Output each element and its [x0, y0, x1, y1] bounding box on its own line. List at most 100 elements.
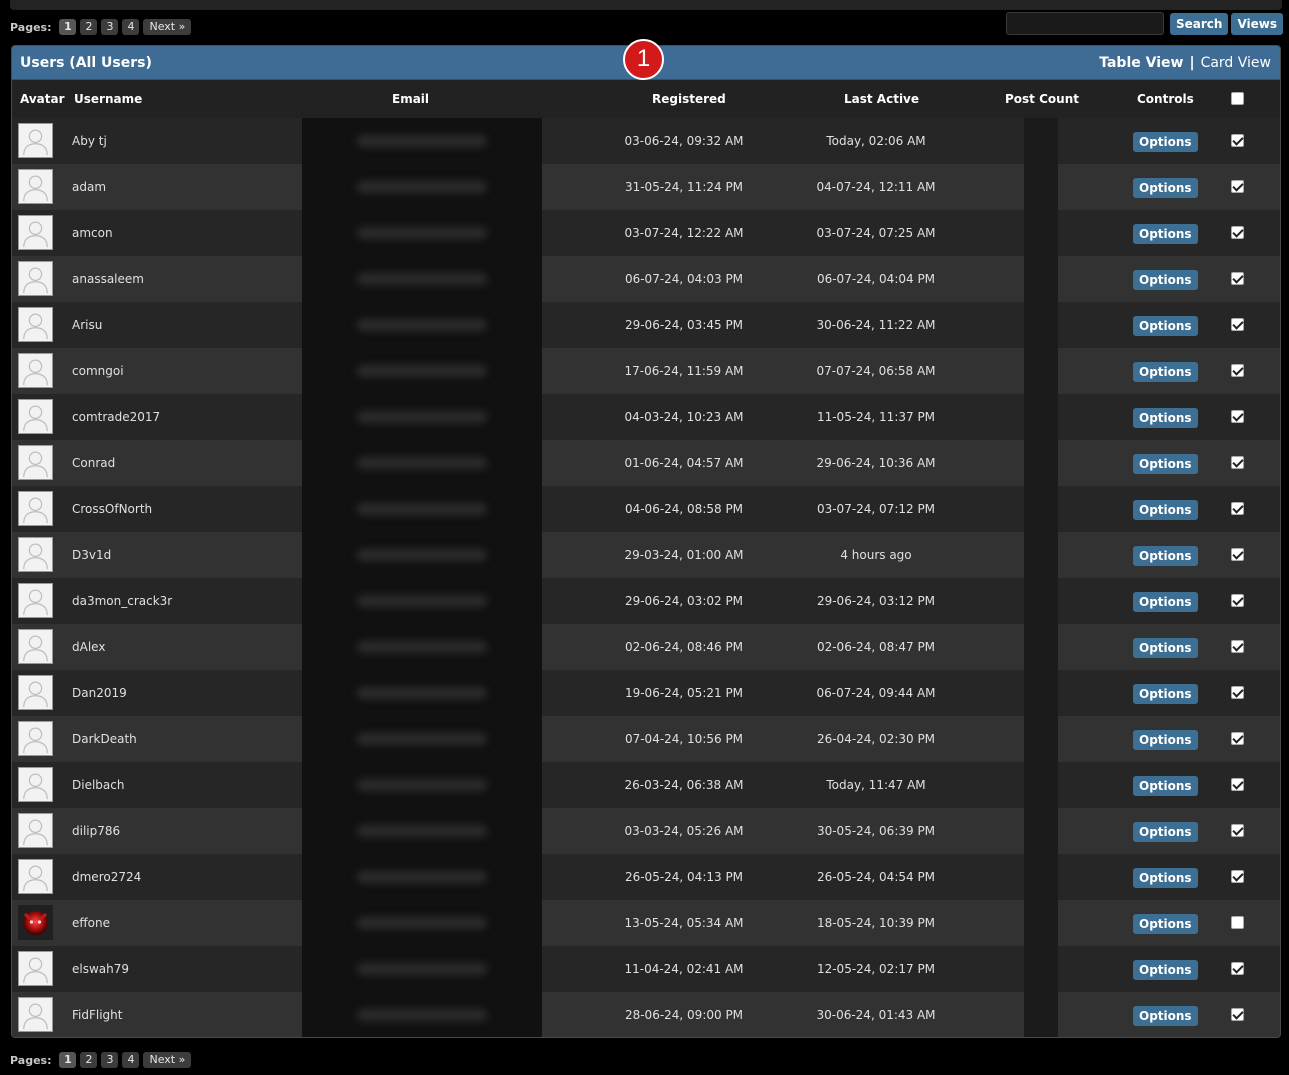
options-button[interactable]: Options	[1133, 730, 1198, 750]
username-link[interactable]: adam	[72, 164, 106, 210]
options-button[interactable]: Options	[1133, 132, 1198, 152]
avatar[interactable]	[18, 721, 53, 756]
username-link[interactable]: Dan2019	[72, 670, 127, 716]
options-button[interactable]: Options	[1133, 316, 1198, 336]
options-button[interactable]: Options	[1133, 822, 1198, 842]
search-input[interactable]	[1005, 12, 1164, 35]
username-link[interactable]: Arisu	[72, 302, 102, 348]
row-checkbox[interactable]	[1231, 502, 1244, 515]
avatar[interactable]	[18, 813, 53, 848]
row-checkbox[interactable]	[1231, 824, 1244, 837]
avatar[interactable]	[18, 859, 53, 894]
row-checkbox[interactable]	[1231, 180, 1244, 193]
column-email[interactable]: Email	[392, 92, 429, 106]
row-checkbox[interactable]	[1231, 134, 1244, 147]
avatar[interactable]	[18, 905, 53, 940]
username-link[interactable]: anassaleem	[72, 256, 144, 302]
avatar[interactable]	[18, 261, 53, 296]
username-link[interactable]: comtrade2017	[72, 394, 160, 440]
avatar[interactable]	[18, 445, 53, 480]
options-button[interactable]: Options	[1133, 868, 1198, 888]
table-view-link[interactable]: Table View	[1099, 55, 1183, 71]
avatar[interactable]	[18, 951, 53, 986]
username-link[interactable]: amcon	[72, 210, 113, 256]
username-link[interactable]: Conrad	[72, 440, 115, 486]
options-button[interactable]: Options	[1133, 684, 1198, 704]
search-button[interactable]: Search	[1169, 12, 1229, 35]
next-page-link[interactable]: Next »	[143, 19, 192, 35]
row-checkbox[interactable]	[1231, 226, 1244, 239]
column-registered[interactable]: Registered	[652, 92, 726, 106]
username-link[interactable]: DarkDeath	[72, 716, 137, 762]
avatar[interactable]	[18, 997, 53, 1032]
username-link[interactable]: dilip786	[72, 808, 120, 854]
username-link[interactable]: Aby tj	[72, 118, 107, 164]
row-checkbox[interactable]	[1231, 732, 1244, 745]
page-2-link[interactable]: 2	[80, 1052, 98, 1068]
options-button[interactable]: Options	[1133, 224, 1198, 244]
username-link[interactable]: dmero2724	[72, 854, 141, 900]
views-button[interactable]: Views	[1231, 12, 1283, 35]
username-link[interactable]: FidFlight	[72, 992, 122, 1037]
avatar[interactable]	[18, 307, 53, 342]
username-link[interactable]: da3mon_crack3r	[72, 578, 172, 624]
avatar[interactable]	[18, 583, 53, 618]
row-checkbox[interactable]	[1231, 318, 1244, 331]
page-4-link[interactable]: 4	[122, 1052, 140, 1068]
options-button[interactable]: Options	[1133, 270, 1198, 290]
avatar[interactable]	[18, 215, 53, 250]
avatar[interactable]	[18, 537, 53, 572]
row-checkbox[interactable]	[1231, 640, 1244, 653]
options-button[interactable]: Options	[1133, 454, 1198, 474]
avatar[interactable]	[18, 123, 53, 158]
options-button[interactable]: Options	[1133, 362, 1198, 382]
column-username[interactable]: Username	[74, 92, 142, 106]
row-checkbox[interactable]	[1231, 548, 1244, 561]
options-button[interactable]: Options	[1133, 960, 1198, 980]
page-1-link[interactable]: 1	[59, 1052, 77, 1068]
row-checkbox[interactable]	[1231, 686, 1244, 699]
options-button[interactable]: Options	[1133, 408, 1198, 428]
username-link[interactable]: elswah79	[72, 946, 129, 992]
page-3-link[interactable]: 3	[101, 1052, 119, 1068]
column-post-count[interactable]: Post Count	[1005, 92, 1079, 106]
options-button[interactable]: Options	[1133, 500, 1198, 520]
options-button[interactable]: Options	[1133, 776, 1198, 796]
username-link[interactable]: effone	[72, 900, 110, 946]
username-link[interactable]: CrossOfNorth	[72, 486, 152, 532]
row-checkbox[interactable]	[1231, 410, 1244, 423]
options-button[interactable]: Options	[1133, 638, 1198, 658]
row-checkbox[interactable]	[1231, 1008, 1244, 1021]
options-button[interactable]: Options	[1133, 546, 1198, 566]
column-last-active[interactable]: Last Active	[844, 92, 919, 106]
card-view-link[interactable]: Card View	[1201, 55, 1271, 71]
row-checkbox[interactable]	[1231, 272, 1244, 285]
page-3-link[interactable]: 3	[101, 19, 119, 35]
avatar[interactable]	[18, 399, 53, 434]
options-button[interactable]: Options	[1133, 178, 1198, 198]
avatar[interactable]	[18, 491, 53, 526]
username-link[interactable]: Dielbach	[72, 762, 124, 808]
select-all-checkbox[interactable]	[1231, 92, 1244, 105]
row-checkbox[interactable]	[1231, 778, 1244, 791]
avatar[interactable]	[18, 675, 53, 710]
avatar[interactable]	[18, 767, 53, 802]
page-1-link[interactable]: 1	[59, 19, 77, 35]
avatar[interactable]	[18, 169, 53, 204]
next-page-link[interactable]: Next »	[143, 1052, 192, 1068]
row-checkbox[interactable]	[1231, 870, 1244, 883]
options-button[interactable]: Options	[1133, 914, 1198, 934]
username-link[interactable]: comngoi	[72, 348, 124, 394]
avatar[interactable]	[18, 629, 53, 664]
page-4-link[interactable]: 4	[122, 19, 140, 35]
username-link[interactable]: dAlex	[72, 624, 105, 670]
page-2-link[interactable]: 2	[80, 19, 98, 35]
row-checkbox[interactable]	[1231, 456, 1244, 469]
options-button[interactable]: Options	[1133, 592, 1198, 612]
options-button[interactable]: Options	[1133, 1006, 1198, 1026]
avatar[interactable]	[18, 353, 53, 388]
row-checkbox[interactable]	[1231, 962, 1244, 975]
username-link[interactable]: D3v1d	[72, 532, 111, 578]
row-checkbox[interactable]	[1231, 594, 1244, 607]
row-checkbox[interactable]	[1231, 364, 1244, 377]
